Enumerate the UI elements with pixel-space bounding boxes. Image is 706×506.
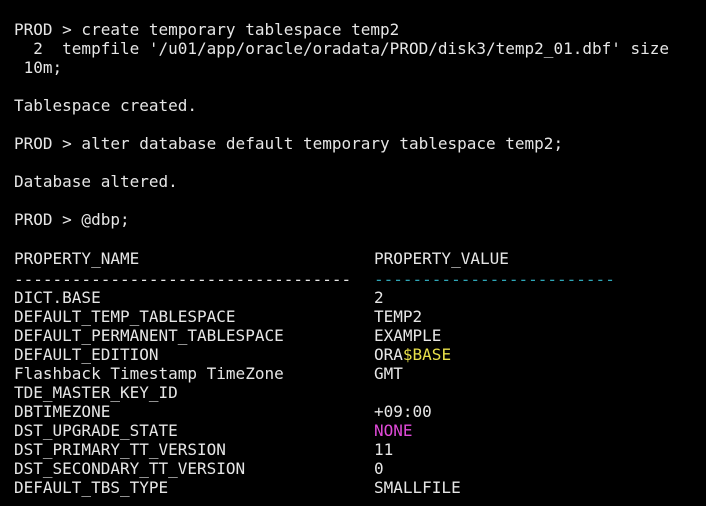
terminal-window[interactable]: PROD > create temporary tablespace temp2… bbox=[0, 0, 706, 506]
row-value: ORA$BASE bbox=[374, 345, 451, 364]
row-value: EXAMPLE bbox=[374, 326, 442, 345]
terminal-line-create-command: PROD > create temporary tablespace temp2 bbox=[14, 20, 400, 39]
row-name: TDE_MASTER_KEY_ID bbox=[14, 383, 178, 402]
row-name: DBTIMEZONE bbox=[14, 402, 111, 421]
row-value: 2 bbox=[374, 288, 384, 307]
row-name: DICT.BASE bbox=[14, 288, 101, 307]
row-value: +09:00 bbox=[374, 402, 432, 421]
terminal-scrollbar[interactable] bbox=[702, 0, 706, 506]
row-name: DEFAULT_EDITION bbox=[14, 345, 159, 364]
column-header-property-name: PROPERTY_NAME bbox=[14, 249, 140, 268]
row-name: DEFAULT_TEMP_TABLESPACE bbox=[14, 307, 236, 326]
separator-property-name: ----------------------------------- bbox=[14, 270, 352, 289]
terminal-line-database-altered: Database altered. bbox=[14, 172, 178, 191]
row-name: DST_PRIMARY_TT_VERSION bbox=[14, 440, 226, 459]
row-value: NONE bbox=[374, 421, 413, 440]
terminal-line-tempfile: 2 tempfile '/u01/app/oracle/oradata/PROD… bbox=[14, 39, 670, 58]
row-name: DEFAULT_TBS_TYPE bbox=[14, 478, 169, 497]
row-value: GMT bbox=[374, 364, 403, 383]
row-name: DEFAULT_PERMANENT_TABLESPACE bbox=[14, 326, 284, 345]
terminal-line-size: 10m; bbox=[14, 58, 63, 77]
separator-property-value: ------------------------- bbox=[374, 270, 615, 289]
row-value: 0 bbox=[374, 459, 384, 478]
terminal-line-tablespace-created: Tablespace created. bbox=[14, 96, 198, 115]
row-name: DST_SECONDARY_TT_VERSION bbox=[14, 459, 246, 478]
row-value: 11 bbox=[374, 440, 394, 459]
terminal-line-alter-command: PROD > alter database default temporary … bbox=[14, 134, 564, 153]
row-name: DST_UPGRADE_STATE bbox=[14, 421, 178, 440]
column-header-property-value: PROPERTY_VALUE bbox=[374, 249, 509, 268]
row-name: Flashback Timestamp TimeZone bbox=[14, 364, 284, 383]
row-value: TEMP2 bbox=[374, 307, 423, 326]
row-value: SMALLFILE bbox=[374, 478, 461, 497]
terminal-line-dbp-command: PROD > @dbp; bbox=[14, 210, 130, 229]
row-value-highlight: $BASE bbox=[402, 345, 452, 364]
row-value-prefix: ORA bbox=[374, 345, 403, 364]
